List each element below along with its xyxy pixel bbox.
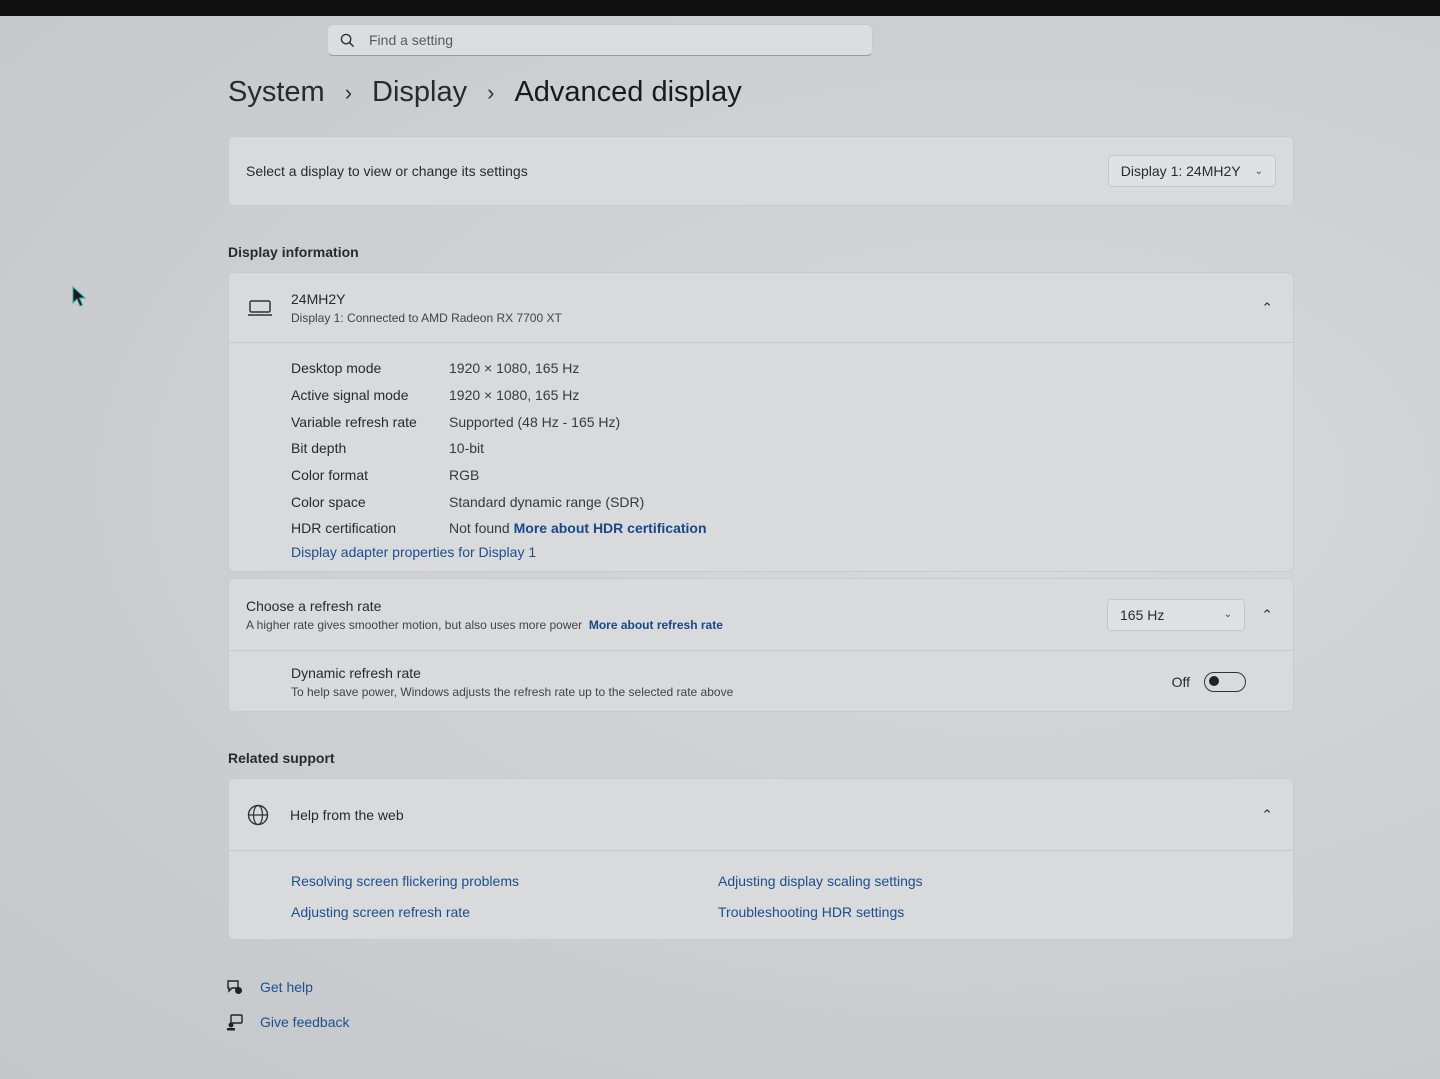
help-link-hdr[interactable]: Troubleshooting HDR settings xyxy=(718,904,904,920)
dynamic-refresh-row: Dynamic refresh rate To help save power,… xyxy=(229,651,1293,712)
refresh-rate-title: Choose a refresh rate xyxy=(246,597,382,614)
chevron-up-icon[interactable]: ⌃ xyxy=(1261,606,1273,623)
help-links: Resolving screen flickering problems Adj… xyxy=(229,851,1293,939)
info-key: Variable refresh rate xyxy=(291,413,417,430)
info-key: Active signal mode xyxy=(291,387,409,404)
dynamic-refresh-title: Dynamic refresh rate xyxy=(291,664,421,681)
section-display-information: Display information xyxy=(228,244,359,260)
chevron-up-icon[interactable]: ⌃ xyxy=(1261,806,1273,823)
info-row: Variable refresh rate Supported (48 Hz - … xyxy=(291,408,1293,435)
globe-icon xyxy=(247,804,269,825)
monitor-name: 24MH2Y xyxy=(291,290,346,307)
info-value: 1920 × 1080, 165 Hz xyxy=(449,387,580,404)
info-key: Color format xyxy=(291,467,369,484)
dynamic-refresh-subtitle: To help save power, Windows adjusts the … xyxy=(291,684,734,699)
info-row: Color space Standard dynamic range (SDR) xyxy=(291,488,1293,515)
dynamic-refresh-toggle-wrap: Off xyxy=(1171,671,1246,692)
get-help-icon xyxy=(227,980,242,994)
display-info-header[interactable]: 24MH2Y Display 1: Connected to AMD Radeo… xyxy=(229,273,1293,343)
refresh-rate-dropdown[interactable]: 165 Hz ⌄ xyxy=(1107,598,1245,631)
display-select-value: Display 1: 24MH2Y xyxy=(1120,163,1241,179)
refresh-rate-desc: A higher rate gives smoother motion, but… xyxy=(246,617,583,632)
toggle-knob xyxy=(1209,676,1219,686)
info-key: Color space xyxy=(291,493,366,510)
help-link-refresh-rate[interactable]: Adjusting screen refresh rate xyxy=(291,904,470,920)
monitor-subtitle: Display 1: Connected to AMD Radeon RX 77… xyxy=(291,310,562,325)
refresh-rate-row: Choose a refresh rate A higher rate give… xyxy=(229,579,1293,651)
dynamic-refresh-toggle[interactable] xyxy=(1204,671,1246,692)
give-feedback-label: Give feedback xyxy=(260,1014,350,1030)
breadcrumb-display[interactable]: Display xyxy=(372,76,467,109)
monitor-icon xyxy=(248,299,272,316)
info-row: Color format RGB xyxy=(291,462,1293,489)
display-info-rows: Desktop mode 1920 × 1080, 165 Hz Active s… xyxy=(229,343,1293,560)
info-key: Desktop mode xyxy=(291,360,382,377)
give-feedback-link[interactable]: Give feedback xyxy=(226,1013,350,1031)
help-web-card: Help from the web ⌃ Resolving screen fli… xyxy=(228,778,1294,940)
info-value: 10-bit xyxy=(449,440,485,457)
display-select-card: Select a display to view or change its s… xyxy=(228,136,1294,206)
chevron-down-icon: ⌄ xyxy=(1223,609,1232,620)
mouse-cursor-icon xyxy=(72,286,87,307)
hdr-cert-link[interactable]: More about HDR certification xyxy=(514,520,707,536)
info-value: 1920 × 1080, 165 Hz xyxy=(449,360,580,377)
search-icon xyxy=(340,33,355,47)
info-value: Standard dynamic range (SDR) xyxy=(449,493,645,510)
display-select-label: Select a display to view or change its s… xyxy=(246,163,528,179)
get-help-link[interactable]: Get help xyxy=(226,978,313,996)
refresh-rate-value: 165 Hz xyxy=(1120,606,1165,623)
hdr-cert-value: Not found xyxy=(449,520,510,537)
feedback-icon xyxy=(227,1014,243,1031)
chevron-up-icon[interactable]: ⌃ xyxy=(1261,299,1273,316)
info-row: Desktop mode 1920 × 1080, 165 Hz xyxy=(291,355,1293,382)
refresh-rate-subtitle: A higher rate gives smoother motion, but… xyxy=(246,618,723,632)
info-value: Supported (48 Hz - 165 Hz) xyxy=(449,413,621,430)
toggle-state-label: Off xyxy=(1171,673,1190,690)
chevron-down-icon: ⌄ xyxy=(1254,165,1263,177)
info-value: RGB xyxy=(449,467,480,484)
help-link-scaling[interactable]: Adjusting display scaling settings xyxy=(718,873,923,889)
info-key: Bit depth xyxy=(291,440,347,457)
search-box[interactable] xyxy=(327,24,873,56)
section-related-support: Related support xyxy=(228,750,335,766)
breadcrumb: System › Display › Advanced display xyxy=(228,76,742,109)
adapter-properties-link[interactable]: Display adapter properties for Display 1 xyxy=(291,544,1293,560)
info-value: Not found More about HDR certification xyxy=(449,520,707,536)
info-row: Bit depth 10-bit xyxy=(291,435,1293,462)
refresh-rate-link[interactable]: More about refresh rate xyxy=(589,618,723,632)
top-bezel xyxy=(0,0,1440,16)
chevron-right-icon: › xyxy=(344,79,353,105)
help-web-header[interactable]: Help from the web ⌃ xyxy=(229,779,1293,851)
chevron-right-icon: › xyxy=(487,79,495,105)
breadcrumb-system[interactable]: System xyxy=(228,76,325,109)
refresh-rate-card: Choose a refresh rate A higher rate give… xyxy=(228,578,1294,712)
search-input[interactable] xyxy=(369,32,839,48)
get-help-label: Get help xyxy=(260,979,313,995)
help-link-flickering[interactable]: Resolving screen flickering problems xyxy=(291,873,519,889)
page-title: Advanced display xyxy=(514,76,742,108)
info-row: Active signal mode 1920 × 1080, 165 Hz xyxy=(291,382,1293,409)
info-row: HDR certification Not found More about HD… xyxy=(291,515,1293,542)
help-web-title: Help from the web xyxy=(290,806,404,823)
display-select-dropdown[interactable]: Display 1: 24MH2Y ⌄ xyxy=(1107,155,1276,187)
info-key: HDR certification xyxy=(291,520,397,537)
display-info-card: 24MH2Y Display 1: Connected to AMD Radeo… xyxy=(228,272,1294,572)
